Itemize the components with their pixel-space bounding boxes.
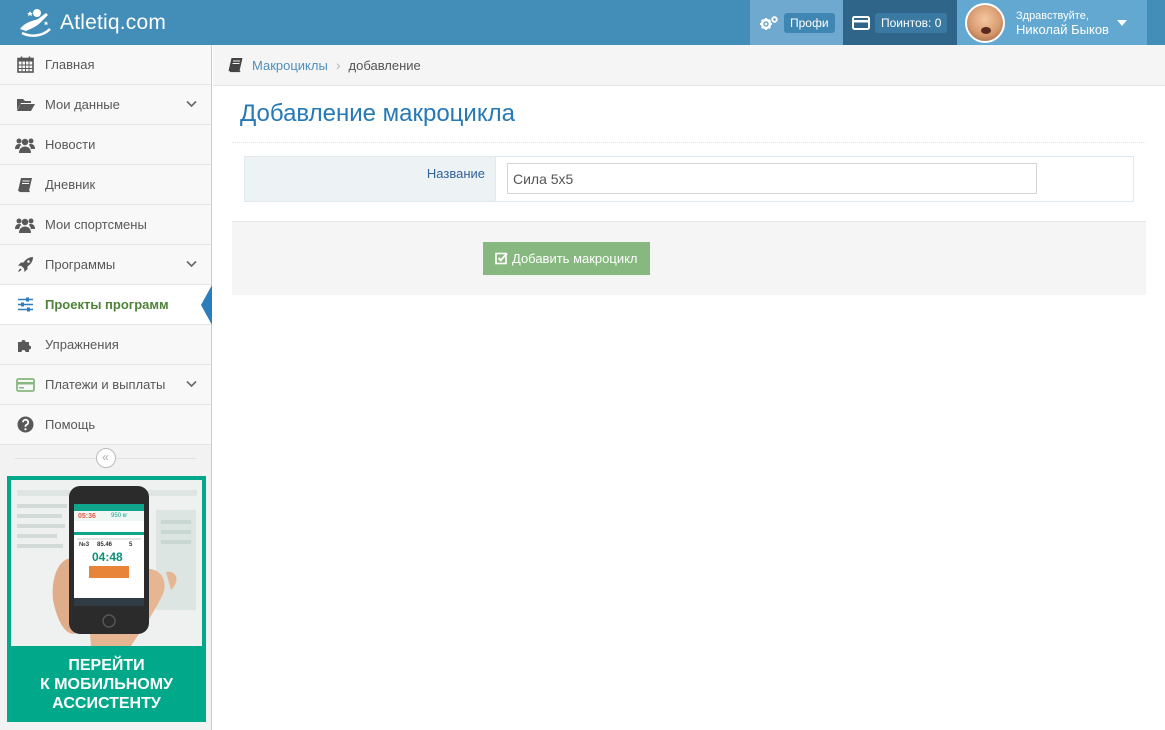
- sidebar-item-label: Дневник: [45, 177, 96, 192]
- user-menu-toggle[interactable]: Здравствуйте, Николай Быков: [957, 0, 1147, 45]
- user-greeting: Здравствуйте,: [1016, 9, 1089, 22]
- sidebar-item-label: Программы: [45, 257, 116, 272]
- add-macrocycle-button[interactable]: Добавить макроцикл: [483, 242, 650, 275]
- athlete-logo-icon: [20, 9, 51, 37]
- promo-line-1: ПЕРЕЙТИ: [68, 657, 145, 674]
- sidebar-item-payments[interactable]: Платежи и выплаты: [0, 365, 211, 405]
- sidebar-item-label: Главная: [45, 57, 95, 72]
- top-navbar: Atletiq.com Профи Поинтов: 0 Здравствуйт…: [0, 0, 1165, 45]
- sidebar-collapse-bar: «: [0, 445, 211, 471]
- double-chevron-left-icon[interactable]: «: [95, 448, 116, 468]
- credit-card-icon: [15, 375, 35, 395]
- add-macrocycle-label: Добавить макроцикл: [512, 251, 638, 266]
- puzzle-icon: [15, 335, 35, 355]
- user-name: Николай Быков: [1016, 21, 1109, 37]
- promo-screen-top-left: 05:36: [78, 513, 96, 520]
- calendar-icon: [15, 55, 35, 75]
- mobile-assistant-banner[interactable]: 05:36 950 кг №3 85.46 5 04:48 ПЕРЕЙТИ К …: [7, 476, 206, 722]
- sidebar-item-label: Платежи и выплаты: [45, 377, 166, 392]
- sidebar-item-news[interactable]: Новости: [0, 125, 211, 165]
- brand-name: Atletiq.com: [60, 11, 167, 34]
- breadcrumb-separator-icon: ›: [335, 57, 341, 73]
- folder-open-icon: [15, 95, 35, 115]
- chevron-down-icon: [186, 100, 197, 108]
- form-actions: Добавить макроцикл: [232, 221, 1146, 295]
- chevron-down-icon: [186, 380, 197, 388]
- users-icon: [15, 135, 35, 155]
- rocket-icon: [15, 255, 35, 275]
- sidebar-item-my-athletes[interactable]: Мои спортсмены: [0, 205, 211, 245]
- sidebar-item-my-data[interactable]: Мои данные: [0, 85, 211, 125]
- sidebar-item-label: Упражнения: [45, 337, 119, 352]
- question-circle-icon: [15, 415, 35, 435]
- breadcrumb: Макроциклы › добавление: [213, 45, 1165, 86]
- credit-card-icon: [852, 15, 870, 30]
- promo-screen-weight: 85.46: [97, 542, 113, 548]
- sidebar-item-label: Мои данные: [45, 97, 120, 112]
- sliders-icon: [15, 295, 35, 315]
- caret-down-icon: [1116, 19, 1127, 26]
- breadcrumb-current: добавление: [348, 57, 421, 73]
- sidebar-item-diary[interactable]: Дневник: [0, 165, 211, 205]
- page-title: Добавление макроцикла: [240, 100, 515, 127]
- promo-screen-timer: 04:48: [92, 550, 123, 564]
- gears-icon: [760, 15, 778, 30]
- avatar: [965, 2, 1005, 43]
- sidebar-item-exercises[interactable]: Упражнения: [0, 325, 211, 365]
- sidebar-item-program-projects[interactable]: Проекты программ: [0, 285, 212, 325]
- sidebar-item-label: Помощь: [45, 417, 96, 432]
- name-input[interactable]: [507, 163, 1037, 194]
- book-icon: [228, 58, 243, 73]
- sidebar-item-label: Проекты программ: [45, 297, 169, 312]
- name-field-label: Название: [245, 157, 496, 201]
- book-icon: [15, 175, 35, 195]
- promo-screen-top-right: 950 кг: [111, 513, 128, 519]
- sidebar: Главная Мои данные Новости Дневник Мои с…: [0, 45, 212, 730]
- sidebar-item-label: Новости: [45, 137, 96, 152]
- promo-caption: ПЕРЕЙТИ К МОБИЛЬНОМУ АССИСТЕНТУ: [7, 656, 206, 713]
- promo-line-2: К МОБИЛЬНОМУ: [40, 676, 173, 693]
- macrocycle-form: Название: [244, 156, 1134, 202]
- title-divider: [232, 142, 1146, 143]
- pro-account-button[interactable]: Профи: [750, 0, 843, 45]
- promo-screen-set: №3: [79, 542, 90, 548]
- user-info: Здравствуйте, Николай Быков: [1016, 9, 1109, 37]
- brand-logo[interactable]: Atletiq.com: [16, 5, 166, 41]
- name-field-cell: [496, 157, 1133, 201]
- promo-screen-reps: 5: [129, 542, 133, 548]
- sidebar-item-programs[interactable]: Программы: [0, 245, 211, 285]
- sidebar-item-help[interactable]: Помощь: [0, 405, 211, 445]
- breadcrumb-link-macrocycles[interactable]: Макроциклы: [252, 58, 328, 73]
- promo-line-3: АССИСТЕНТУ: [52, 695, 161, 712]
- chevron-down-icon: [186, 260, 197, 268]
- points-badge: Поинтов: 0: [875, 12, 948, 33]
- pro-badge: Профи: [784, 12, 835, 33]
- sidebar-item-label: Мои спортсмены: [45, 217, 147, 232]
- check-square-icon: [495, 252, 508, 265]
- points-button[interactable]: Поинтов: 0: [843, 0, 957, 45]
- users-icon: [15, 215, 35, 235]
- phone-promo-image: 05:36 950 кг №3 85.46 5 04:48: [11, 480, 202, 646]
- sidebar-item-main[interactable]: Главная: [0, 45, 211, 85]
